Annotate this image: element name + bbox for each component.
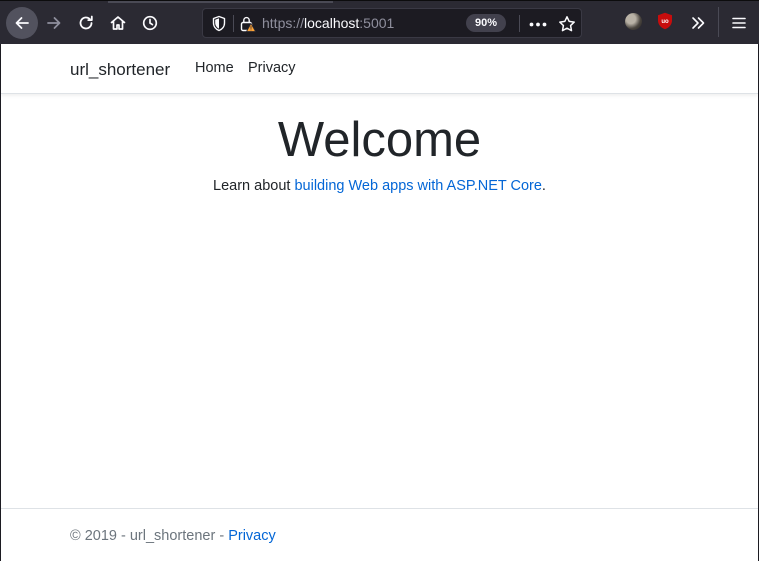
url-bar-divider (233, 15, 234, 32)
url-port: :5001 (359, 15, 395, 31)
nav-link-privacy[interactable]: Privacy (248, 60, 296, 76)
hamburger-menu-icon (732, 17, 746, 29)
footer-privacy-link[interactable]: Privacy (228, 528, 276, 544)
history-clock-icon (142, 15, 158, 31)
footer-copyright: © 2019 - url_shortener - (70, 528, 229, 544)
reload-button[interactable] (72, 9, 100, 37)
intro-prefix: Learn about (213, 178, 295, 194)
home-button[interactable] (104, 9, 132, 37)
overflow-button[interactable] (684, 9, 712, 37)
active-tab-indicator (108, 1, 333, 3)
site-navbar: url_shortener Home Privacy (1, 44, 758, 94)
reload-icon (79, 15, 93, 30)
toolbar-divider (718, 7, 719, 37)
site-footer: © 2019 - url_shortener - Privacy (70, 528, 276, 544)
ublock-origin-icon[interactable]: uo (657, 12, 673, 30)
tracking-shield-icon[interactable] (211, 15, 227, 32)
overflow-chevron-icon (692, 17, 705, 29)
back-button[interactable] (6, 7, 38, 39)
svg-text:uo: uo (661, 19, 669, 25)
nav-link-home[interactable]: Home (195, 60, 234, 76)
intro-text: Learn about building Web apps with ASP.N… (1, 178, 758, 194)
page-viewport: url_shortener Home Privacy Welcome Learn… (1, 44, 758, 561)
forward-arrow-icon (47, 17, 61, 29)
page-heading: Welcome (277, 113, 482, 167)
history-button[interactable] (136, 9, 164, 37)
profile-extension-icon[interactable] (625, 13, 642, 30)
app-menu-button[interactable] (725, 9, 753, 37)
zoom-level-badge[interactable]: 90% (466, 14, 507, 32)
aspnet-docs-link[interactable]: building Web apps with ASP.NET Core (294, 178, 541, 194)
url-host: localhost (304, 15, 360, 31)
forward-button[interactable] (40, 9, 68, 37)
home-icon (110, 16, 126, 30)
intro-suffix: . (541, 178, 546, 194)
url-bar-divider-right (519, 15, 520, 32)
insecure-lock-icon[interactable] (239, 15, 257, 33)
page-actions-dots-icon[interactable] (529, 22, 547, 27)
bookmark-star-icon[interactable] (558, 15, 576, 33)
footer-divider (1, 508, 758, 509)
url-bar[interactable]: https://localhost:5001 90% (202, 8, 582, 38)
brand-link[interactable]: url_shortener (70, 60, 170, 80)
url-scheme: https:// (262, 15, 305, 31)
browser-toolbar: https://localhost:5001 90% uo (0, 0, 759, 44)
back-arrow-icon (15, 17, 29, 29)
url-text[interactable]: https://localhost:5001 (262, 15, 394, 31)
